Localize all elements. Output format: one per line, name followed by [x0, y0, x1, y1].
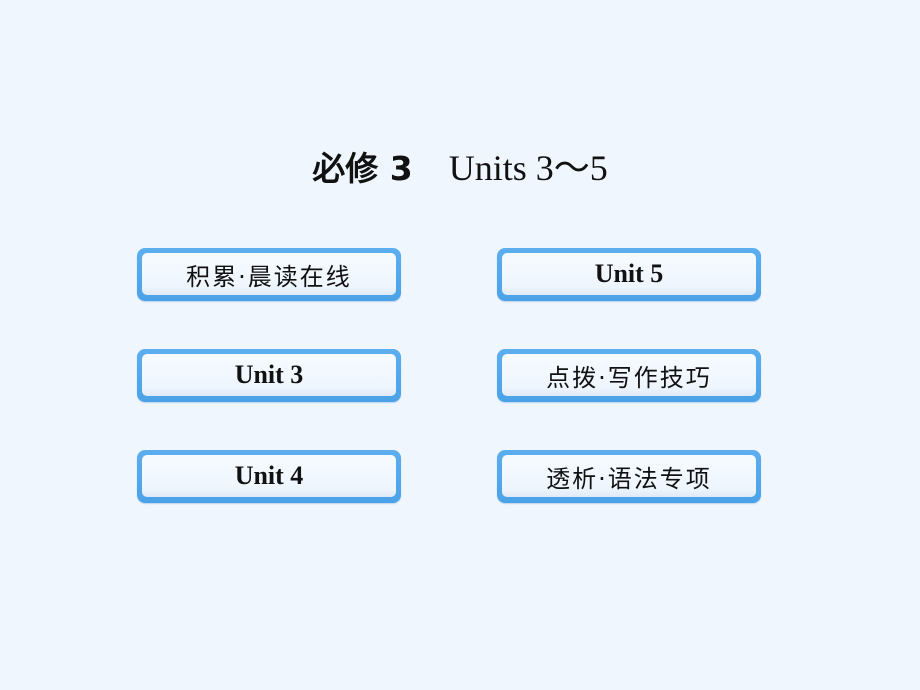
button-grammar-focus[interactable]: 透析·语法专项: [497, 450, 761, 503]
button-unit-4[interactable]: Unit 4: [137, 450, 401, 503]
button-morning-reading[interactable]: 积累·晨读在线: [137, 248, 401, 301]
button-label: Unit 4: [234, 461, 304, 490]
button-label: Unit 5: [594, 259, 664, 288]
page-title: 必修 3 Units 3～5: [0, 140, 920, 196]
button-label: 积累·晨读在线: [186, 262, 352, 291]
button-label: 透析·语法专项: [546, 464, 712, 493]
module-title: 必修 3: [312, 149, 413, 188]
button-writing-skills[interactable]: 点拨·写作技巧: [497, 349, 761, 402]
button-label: Unit 3: [234, 360, 304, 389]
button-unit-3[interactable]: Unit 3: [137, 349, 401, 402]
units-title: Units 3～5: [448, 148, 608, 188]
button-label: 点拨·写作技巧: [546, 363, 712, 392]
button-unit-5[interactable]: Unit 5: [497, 248, 761, 301]
